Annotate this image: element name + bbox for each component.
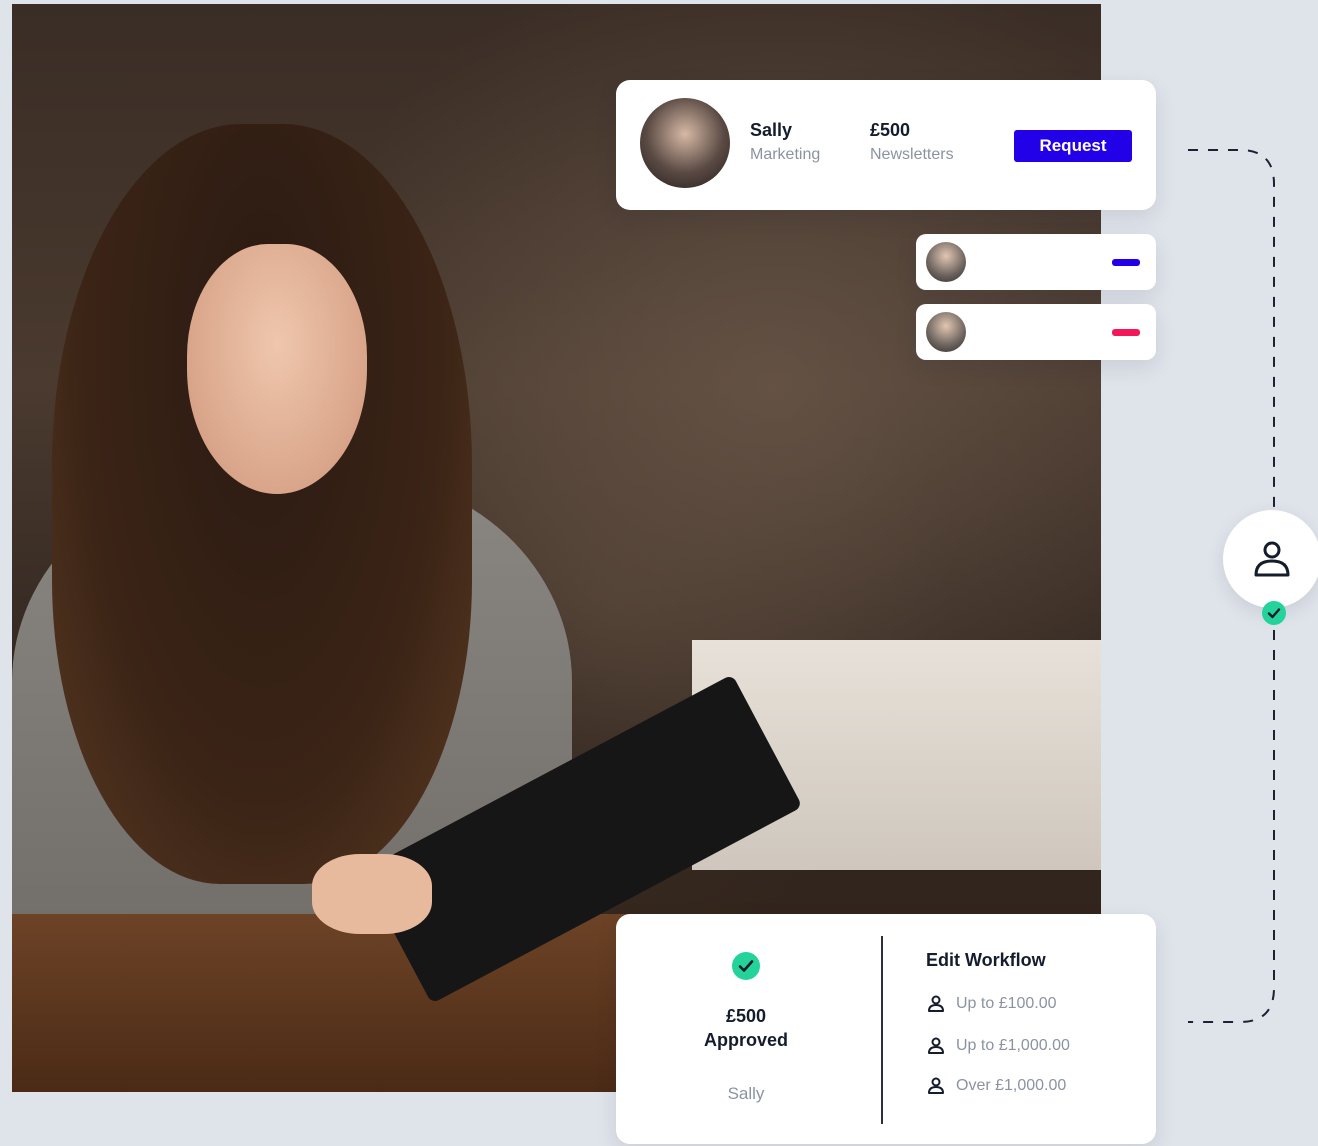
user-icon: [928, 995, 944, 1012]
approval-status: Approved: [703, 1030, 788, 1050]
workflow-rule-label: Up to £100.00: [956, 995, 1057, 1012]
person-hand: [312, 854, 432, 934]
avatar: [926, 312, 966, 352]
user-icon: [1254, 541, 1290, 577]
workflow-rule-label: Over £1,000.00: [956, 1077, 1067, 1094]
workflow-rule[interactable]: Over £1,000.00: [926, 1076, 1066, 1096]
check-icon: [1262, 601, 1286, 625]
user-icon: [928, 1037, 944, 1054]
check-icon: [732, 952, 760, 980]
person-hair: [52, 124, 472, 884]
request-button[interactable]: Request: [1014, 130, 1132, 162]
workflow-rule[interactable]: Up to £100.00: [926, 994, 1057, 1014]
edit-workflow-link[interactable]: Edit Workflow: [926, 950, 1046, 971]
requester-department: Marketing: [750, 146, 821, 163]
workflow-rule-label: Up to £1,000.00: [956, 1037, 1070, 1054]
approver-name: Sally: [727, 1084, 765, 1103]
approver-node[interactable]: [1223, 510, 1318, 608]
approved-amount: £500: [725, 1006, 767, 1026]
approval-card: £500 Approved Sally Edit Workflow Up to …: [616, 914, 1156, 1144]
person-face: [187, 244, 367, 494]
request-category: Newsletters: [870, 146, 954, 163]
user-icon: [928, 1077, 944, 1094]
requester-name: Sally: [750, 120, 793, 140]
approver-card[interactable]: [916, 234, 1156, 290]
status-indicator: [1112, 259, 1140, 266]
status-indicator: [1112, 329, 1140, 336]
workflow-rule[interactable]: Up to £1,000.00: [926, 1036, 1070, 1056]
avatar: [640, 98, 730, 188]
avatar: [926, 242, 966, 282]
request-amount: £500: [870, 120, 911, 140]
divider: [881, 936, 883, 1124]
approver-card[interactable]: [916, 304, 1156, 360]
request-card: Sally Marketing £500 Newsletters Request: [616, 80, 1156, 210]
